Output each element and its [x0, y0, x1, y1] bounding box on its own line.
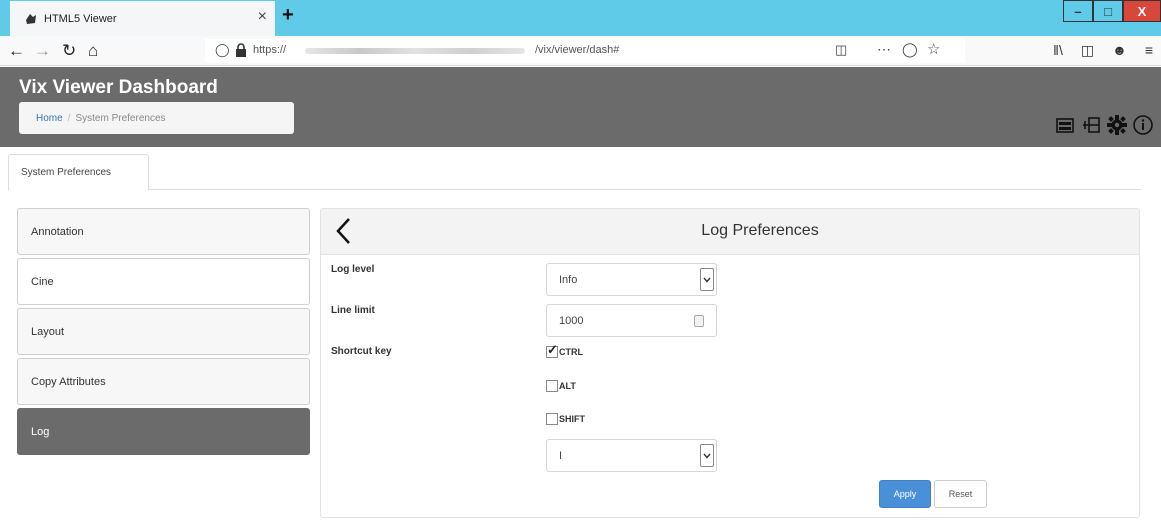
log-level-select[interactable]: Info: [546, 263, 717, 296]
shift-checkbox[interactable]: [546, 413, 558, 425]
menu-item-cine[interactable]: Cine: [17, 258, 310, 305]
shield-icon[interactable]: ◯: [215, 42, 230, 58]
menu-item-layout[interactable]: Layout: [17, 308, 310, 355]
apply-button[interactable]: Apply: [879, 480, 931, 508]
reader-icon[interactable]: ◫: [835, 42, 847, 58]
breadcrumb-separator: /: [67, 112, 71, 124]
breadcrumb: Home / System Preferences: [19, 102, 294, 134]
log-level-value: Info: [559, 273, 578, 286]
account-icon[interactable]: ☻: [1112, 42, 1127, 59]
log-level-label: Log level: [331, 264, 375, 275]
browser-tab-strip: HTML5 Viewer × + – □ X: [0, 0, 1161, 36]
app-header: Vix Viewer Dashboard Home / System Prefe…: [0, 67, 1161, 147]
line-limit-value: 1000: [559, 314, 584, 327]
menu-item-copy-attributes[interactable]: Copy Attributes: [17, 358, 310, 405]
breadcrumb-current: System Preferences: [75, 112, 166, 124]
star-icon[interactable]: ☆: [927, 40, 940, 58]
url-bar[interactable]: ◯ https:// /vix/viewer/dash# ◫ ⋯ ◯ ☆: [205, 39, 965, 63]
back-icon[interactable]: ←: [8, 41, 25, 61]
ctrl-checkbox[interactable]: ✓: [546, 342, 558, 358]
alt-checkbox-row[interactable]: ALT: [546, 380, 576, 392]
line-limit-input[interactable]: 1000: [546, 304, 717, 337]
reload-icon[interactable]: ↻: [62, 41, 76, 61]
menu-item-annotation[interactable]: Annotation: [17, 208, 310, 255]
log-preferences-panel: Log Preferences: [320, 208, 1140, 518]
shortcut-key-value: I: [559, 449, 563, 462]
shortcut-key-select[interactable]: I: [546, 439, 717, 472]
library-icon[interactable]: ‖\: [1053, 42, 1063, 59]
shift-checkbox-row[interactable]: SHIFT: [546, 413, 585, 425]
home-icon[interactable]: ⌂: [88, 41, 98, 61]
menu-item-log[interactable]: Log: [17, 408, 310, 455]
checkmark-icon: ✓: [547, 342, 558, 357]
line-limit-label: Line limit: [331, 305, 375, 316]
browser-tab[interactable]: HTML5 Viewer ×: [10, 1, 275, 36]
lock-icon[interactable]: [235, 43, 247, 57]
tab-close-icon[interactable]: ×: [258, 9, 267, 25]
chevron-down-icon[interactable]: [700, 268, 714, 291]
breadcrumb-home-link[interactable]: Home: [36, 113, 63, 124]
new-tab-icon[interactable]: +: [282, 4, 294, 26]
url-prefix: https://: [253, 44, 287, 56]
gear-icon[interactable]: [1105, 113, 1129, 137]
window-minimize-button[interactable]: –: [1063, 0, 1093, 22]
sidebar-icon[interactable]: ◫: [1081, 42, 1094, 59]
header-icons: [1053, 113, 1155, 137]
window-close-button[interactable]: X: [1123, 0, 1161, 22]
shortcut-key-label: Shortcut key: [331, 346, 392, 357]
alt-label: ALT: [559, 381, 576, 391]
panel-header: Log Preferences: [321, 209, 1139, 255]
ctrl-checkbox-row[interactable]: ✓ CTRL: [546, 342, 583, 358]
preferences-menu: Annotation Cine Layout Copy Attributes L…: [17, 208, 310, 458]
url-path: /vix/viewer/dash#: [535, 44, 620, 56]
browser-nav-bar: ← → ↻ ⌂ ◯ https:// /vix/viewer/dash# ◫ ⋯…: [0, 36, 1161, 66]
page-tabs: System Preferences: [8, 154, 1141, 191]
tab-system-preferences[interactable]: System Preferences: [8, 154, 149, 191]
more-icon[interactable]: ⋯: [877, 41, 891, 58]
chevron-down-icon[interactable]: [700, 444, 714, 467]
menu-icon[interactable]: ≡: [1145, 42, 1153, 59]
alt-checkbox[interactable]: [546, 380, 558, 392]
info-icon[interactable]: [1131, 113, 1155, 137]
dicom-icon[interactable]: [1053, 113, 1077, 137]
favicon-icon: [26, 13, 36, 24]
ctrl-label: CTRL: [559, 347, 583, 357]
tab-title: HTML5 Viewer: [44, 12, 117, 25]
pocket-icon[interactable]: ◯: [902, 41, 918, 58]
layout-icon[interactable]: [1079, 113, 1103, 137]
forward-icon[interactable]: →: [34, 41, 51, 61]
url-redacted-host: [305, 48, 525, 54]
panel-title: Log Preferences: [701, 222, 819, 239]
toolbar-icons: ‖\ ◫ ☻ ≡: [1053, 42, 1153, 59]
reset-button[interactable]: Reset: [934, 480, 987, 508]
window-controls: – □ X: [1063, 0, 1161, 22]
window-maximize-button[interactable]: □: [1093, 0, 1123, 22]
shift-label: SHIFT: [559, 414, 585, 424]
app-title: Vix Viewer Dashboard: [19, 77, 218, 98]
spinner-icon[interactable]: [694, 315, 704, 327]
